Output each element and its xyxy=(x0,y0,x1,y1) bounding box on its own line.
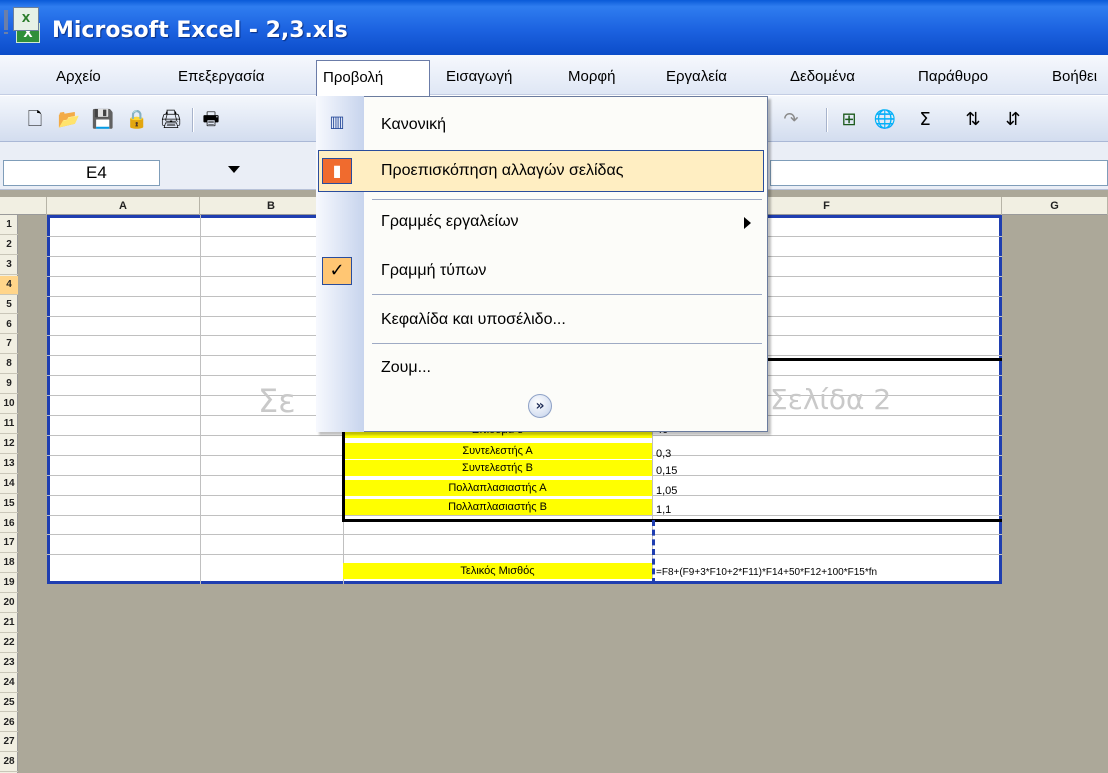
menu-separator xyxy=(372,343,762,344)
formula-input[interactable] xyxy=(770,160,1108,186)
menu-view[interactable]: Προβολή xyxy=(316,60,430,96)
page-watermark: Σελίδα 2 xyxy=(770,383,892,416)
row-header-17[interactable]: 17 xyxy=(0,534,18,554)
row-header-26[interactable]: 26 xyxy=(0,714,18,733)
row-header-28[interactable]: 28 xyxy=(0,753,18,773)
row-header-23[interactable]: 23 xyxy=(0,654,18,673)
row-header-19[interactable]: 19 xyxy=(0,574,18,594)
menu-window[interactable]: Παράθυρο xyxy=(918,62,988,92)
normal-view-icon: ▥ xyxy=(329,112,345,131)
page-break-preview-icon: ▮ xyxy=(322,158,352,184)
row-header-9[interactable]: 9 xyxy=(0,375,18,395)
view-menu-normal[interactable]: Κανονική xyxy=(364,105,766,145)
menu-separator xyxy=(372,294,762,295)
toolbar-grip-handle[interactable] xyxy=(4,12,8,34)
row-header-25[interactable]: 25 xyxy=(0,694,18,713)
menu-insert[interactable]: Εισαγωγή xyxy=(446,62,512,92)
chevron-down-icon[interactable] xyxy=(228,166,240,173)
view-menu-page-break-preview[interactable]: Προεπισκόπηση αλλαγών σελίδας xyxy=(364,151,766,191)
cell-label[interactable]: Συντελεστής Β xyxy=(343,460,652,476)
final-salary-formula[interactable]: =F8+(F9+3*F10+2*F11)*F14+50*F12+100*F15*… xyxy=(656,565,1000,581)
menu-format[interactable]: Μορφή xyxy=(568,62,615,92)
page-break-line xyxy=(652,520,655,584)
row-header-14[interactable]: 14 xyxy=(0,475,18,494)
row-header-27[interactable]: 27 xyxy=(0,733,18,753)
web-icon[interactable]: 🌐 xyxy=(872,108,898,132)
row-header-5[interactable]: 5 xyxy=(0,296,18,315)
menu-file[interactable]: Αρχείο xyxy=(56,62,101,92)
cell-label[interactable]: Συντελεστής Α xyxy=(343,443,652,459)
permission-icon[interactable]: 🔒 xyxy=(124,108,150,132)
menu-data[interactable]: Δεδομένα xyxy=(790,62,855,92)
page-watermark: Σε xyxy=(258,382,296,420)
menu-edit[interactable]: Επεξεργασία xyxy=(178,62,264,92)
final-salary-label[interactable]: Τελικός Μισθός xyxy=(343,563,652,579)
row-header-20[interactable]: 20 xyxy=(0,594,18,613)
row-header-1[interactable]: 1 xyxy=(0,216,18,235)
row-header-3[interactable]: 3 xyxy=(0,256,18,275)
sort-ascending-icon[interactable]: ⇅ xyxy=(960,108,986,132)
print-preview-icon[interactable]: 🖨 xyxy=(158,108,184,132)
print-icon[interactable]: 🖶 xyxy=(198,108,224,132)
cell-value[interactable]: 0,3 xyxy=(656,446,671,462)
toolbar-separator xyxy=(826,108,828,132)
cell-value[interactable]: 1,05 xyxy=(656,483,677,499)
view-menu-header-footer[interactable]: Κεφαλίδα και υποσέλιδο... xyxy=(364,300,766,340)
menu-help[interactable]: Βοήθει xyxy=(1052,62,1097,92)
name-box[interactable]: E4 xyxy=(3,160,160,186)
submenu-arrow-icon xyxy=(744,217,751,229)
open-icon[interactable]: 📂 xyxy=(56,108,82,132)
row-header-7[interactable]: 7 xyxy=(0,335,18,355)
row-header-8[interactable]: 8 xyxy=(0,355,18,375)
row-header-24[interactable]: 24 xyxy=(0,674,18,693)
row-header-4[interactable]: 4 xyxy=(0,275,18,295)
cell-label[interactable]: Πολλαπλασιαστής Α xyxy=(343,480,652,496)
new-icon[interactable]: 🗋 xyxy=(22,108,48,132)
row-header-11[interactable]: 11 xyxy=(0,415,18,434)
sort-descending-icon[interactable]: ⇵ xyxy=(1000,108,1026,132)
grid-line xyxy=(47,534,1002,536)
window-title: Microsoft Excel - 2,3.xls xyxy=(52,18,348,43)
menu-tools[interactable]: Εργαλεία xyxy=(666,62,727,92)
grid-line xyxy=(47,554,1002,556)
grid-line xyxy=(200,215,201,584)
row-header-18[interactable]: 18 xyxy=(0,554,18,574)
cell-label[interactable]: Πολλαπλασιαστής Β xyxy=(343,499,652,515)
row-header-16[interactable]: 16 xyxy=(0,515,18,534)
row-header-21[interactable]: 21 xyxy=(0,614,18,633)
toolbar-separator xyxy=(192,108,194,132)
cell-value[interactable]: 1,1 xyxy=(656,502,671,518)
view-menu-toolbars[interactable]: Γραμμές εργαλείων xyxy=(364,202,766,242)
row-header-10[interactable]: 10 xyxy=(0,395,18,414)
expand-menu-icon[interactable]: » xyxy=(528,394,552,418)
select-all-corner[interactable] xyxy=(18,197,47,215)
row-header-13[interactable]: 13 xyxy=(0,455,18,474)
cell-value[interactable]: 0,15 xyxy=(656,463,677,479)
autosum-icon[interactable]: Σ xyxy=(912,108,938,132)
insert-hyperlink-icon[interactable]: ⊞ xyxy=(836,108,862,132)
check-icon: ✓ xyxy=(322,257,352,285)
excel-doc-icon[interactable]: X xyxy=(13,7,39,31)
view-menu-zoom[interactable]: Ζουμ... xyxy=(364,348,766,388)
menu-separator xyxy=(372,199,762,200)
row-header-15[interactable]: 15 xyxy=(0,495,18,514)
row-header-12[interactable]: 12 xyxy=(0,435,18,454)
column-header-g[interactable]: G xyxy=(1002,197,1108,215)
save-icon[interactable]: 💾 xyxy=(90,108,116,132)
column-header-a[interactable]: A xyxy=(47,197,200,215)
redo-icon[interactable]: ↷ xyxy=(778,108,804,132)
row-header-22[interactable]: 22 xyxy=(0,634,18,653)
row-header-2[interactable]: 2 xyxy=(0,236,18,255)
row-header-6[interactable]: 6 xyxy=(0,316,18,335)
view-menu-formula-bar[interactable]: Γραμμή τύπων xyxy=(364,251,766,291)
